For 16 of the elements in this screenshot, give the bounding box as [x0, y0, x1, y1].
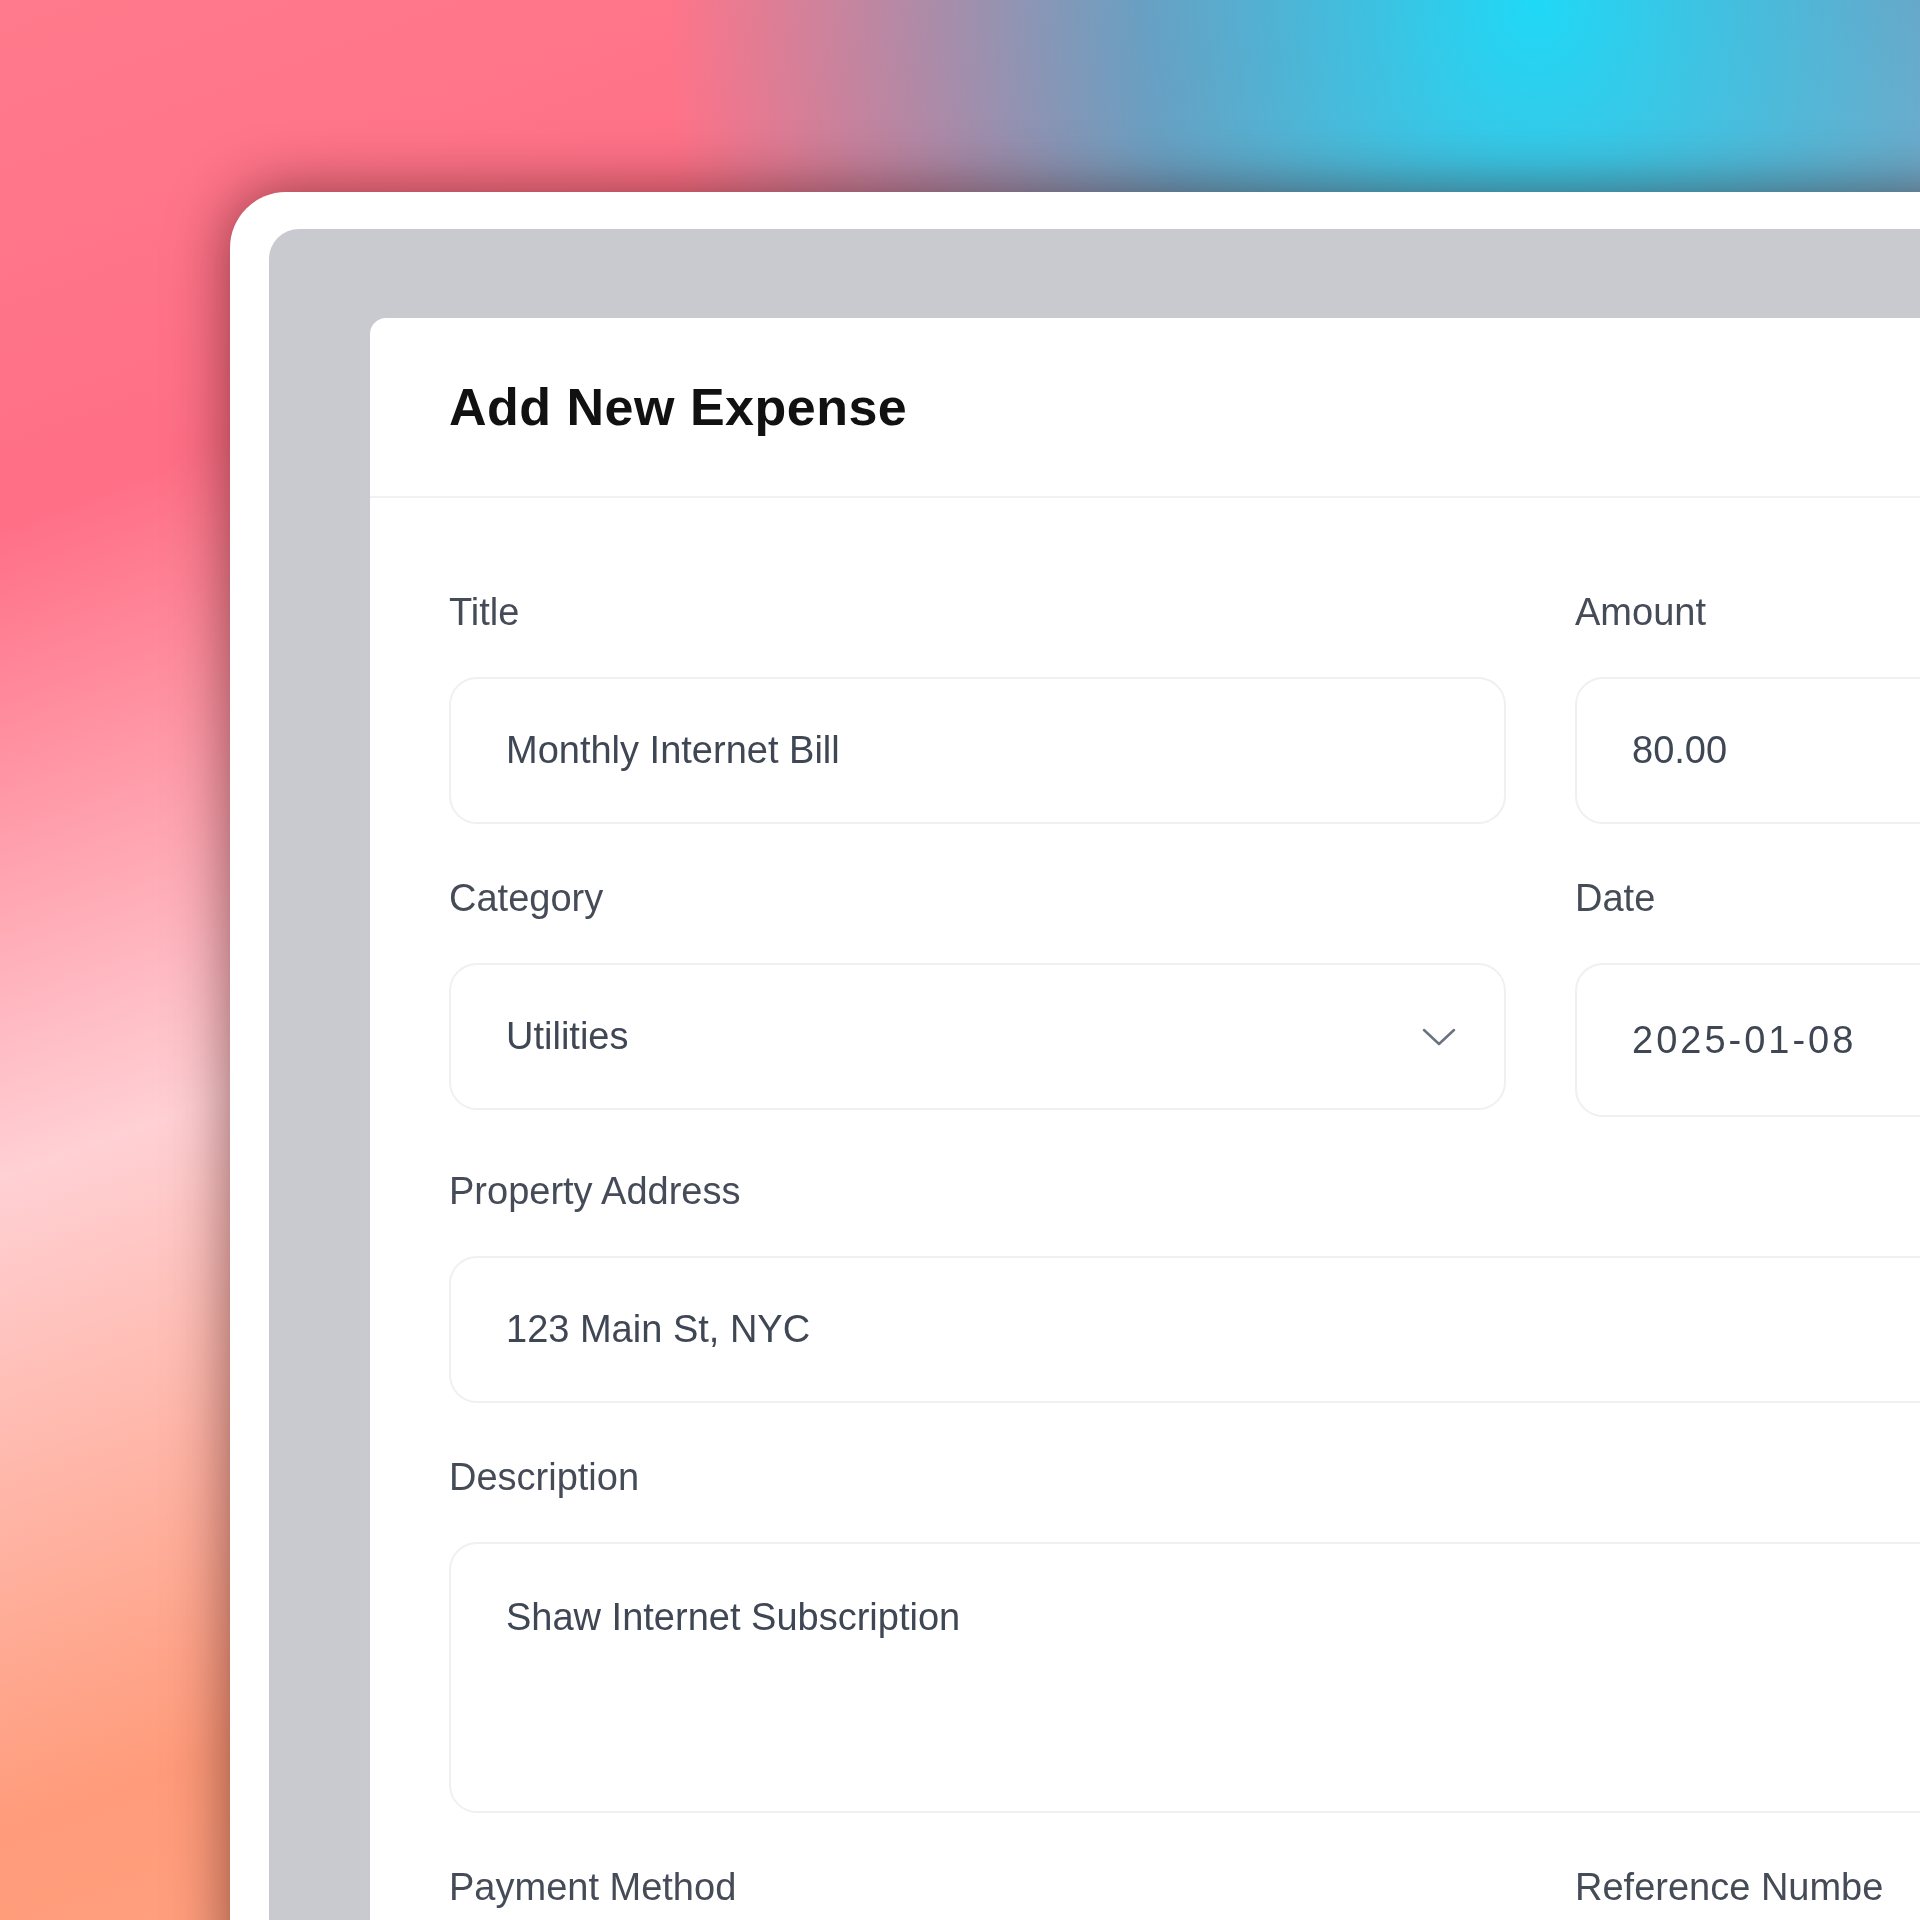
- date-field[interactable]: 2025-01-08: [1575, 963, 1920, 1117]
- text-field[interactable]: Monthly Internet Bill: [449, 677, 1506, 824]
- category-select[interactable]: Utilities: [449, 963, 1506, 1110]
- field-label: Reference Numbe: [1575, 1865, 1885, 1909]
- field-label: Category: [449, 876, 605, 920]
- field-label: Payment Method: [449, 1865, 738, 1909]
- field-label: Description: [449, 1455, 641, 1499]
- text-field[interactable]: 80.00: [1575, 677, 1920, 824]
- description-field[interactable]: Shaw Internet Subscription: [449, 1542, 1920, 1813]
- field-label: Title: [449, 590, 521, 634]
- field-label: Date: [1575, 876, 1657, 920]
- chevron-icon: [1422, 1027, 1456, 1046]
- text-field[interactable]: 123 Main St, NYC: [449, 1256, 1920, 1403]
- field-label: Amount: [1575, 590, 1707, 634]
- dialog-title: Add New Expense: [449, 377, 908, 438]
- field-label: Property Address: [449, 1169, 742, 1213]
